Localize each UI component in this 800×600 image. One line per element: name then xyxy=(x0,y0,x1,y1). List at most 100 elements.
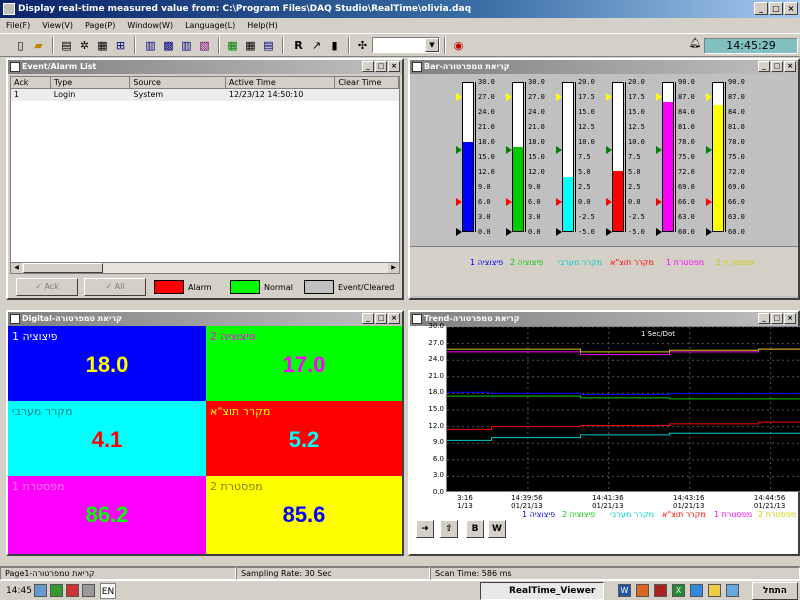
table-icon[interactable]: ▦ xyxy=(94,37,111,54)
bar-scale-label: -5.0 xyxy=(628,228,645,236)
menu-language[interactable]: Language(L) xyxy=(185,18,235,33)
alarm-table-icon[interactable]: ▦ xyxy=(242,37,259,54)
list-icon[interactable]: ▥ xyxy=(142,37,159,54)
scroll-left-icon[interactable]: ◀ xyxy=(11,263,22,273)
taskbar-app-button[interactable]: RealTime_Viewer xyxy=(480,582,604,600)
panel-title: Digital-קריאת טמפרטורה xyxy=(22,314,123,323)
close-button[interactable]: × xyxy=(784,61,796,72)
menu-window[interactable]: Window(W) xyxy=(127,18,173,33)
black-background-button[interactable]: B xyxy=(466,520,484,538)
language-indicator[interactable]: EN xyxy=(100,583,116,599)
desktop-icon[interactable] xyxy=(726,584,739,597)
excel-icon[interactable]: X xyxy=(672,584,685,597)
alarm-marker-icon xyxy=(456,198,462,206)
bar-scale-label: 60.0 xyxy=(728,228,745,236)
minimize-button[interactable]: _ xyxy=(754,2,768,15)
trend-chart-icon[interactable]: ▧ xyxy=(196,37,213,54)
stop-icon[interactable]: ◉ xyxy=(450,37,467,54)
digital-cell-value: 85.6 xyxy=(282,502,326,527)
bar-scale-label: 72.0 xyxy=(728,168,745,176)
settings-icon[interactable]: ✣ xyxy=(354,37,371,54)
bar-scale-label: 12.5 xyxy=(628,123,645,131)
column-header-type[interactable]: Type xyxy=(51,77,131,88)
close-button[interactable]: × xyxy=(388,313,400,324)
print-icon[interactable]: ▮ xyxy=(326,37,343,54)
grid-icon[interactable]: ⊞ xyxy=(112,37,129,54)
column-header-active-time[interactable]: Active Time xyxy=(226,77,336,88)
volume-icon[interactable] xyxy=(82,584,95,597)
bar-gauge-tank xyxy=(662,82,674,232)
minimize-button[interactable]: _ xyxy=(758,313,770,324)
white-background-button[interactable]: W xyxy=(488,520,506,538)
ack-all-button[interactable]: ✓ All xyxy=(84,278,146,296)
digital-cell-label: מפסטרת 1 xyxy=(12,480,65,493)
ack-button[interactable]: ✓ Ack xyxy=(16,278,78,296)
x-tick-label: 14:39:56 01/21/13 xyxy=(511,494,543,510)
gear-icon[interactable]: ✲ xyxy=(76,37,93,54)
export-icon[interactable]: ↗ xyxy=(308,37,325,54)
tray-app-icon[interactable] xyxy=(50,584,63,597)
scroll-right-icon[interactable]: ▶ xyxy=(388,263,399,273)
menu-help[interactable]: Help(H) xyxy=(247,18,278,33)
minimize-button[interactable]: _ xyxy=(362,61,374,72)
start-button[interactable]: התחל xyxy=(752,582,798,600)
bar-scale-label: 15.0 xyxy=(478,153,495,161)
app-icon xyxy=(3,3,15,15)
base-marker-icon xyxy=(556,228,562,236)
trend-legend-item: מקרר תוצ"א xyxy=(662,510,706,519)
menu-view[interactable]: View(V) xyxy=(42,18,73,33)
column-header-clear-time[interactable]: Clear Time xyxy=(335,77,399,88)
close-button[interactable]: × xyxy=(388,61,400,72)
access-icon[interactable] xyxy=(654,584,667,597)
new-file-icon[interactable]: ▯ xyxy=(12,37,29,54)
trend-plot-area[interactable]: 1 Sec/Dot xyxy=(446,326,800,492)
powerpoint-icon[interactable] xyxy=(636,584,649,597)
maximize-button[interactable]: □ xyxy=(771,313,783,324)
digital-cell-label: מפסטרת 2 xyxy=(210,480,263,493)
maximize-button[interactable]: □ xyxy=(769,2,783,15)
scroll-thumb[interactable] xyxy=(23,263,103,273)
browser-icon[interactable] xyxy=(690,584,703,597)
column-header-ack[interactable]: Ack xyxy=(11,77,51,88)
chevron-down-icon[interactable]: ▼ xyxy=(425,38,439,52)
security-icon[interactable] xyxy=(66,584,79,597)
minimize-button[interactable]: _ xyxy=(362,313,374,324)
maximize-button[interactable]: □ xyxy=(375,61,387,72)
menu-file[interactable]: File(F) xyxy=(6,18,30,33)
bar-scale-label: 24.0 xyxy=(478,108,495,116)
event-grid: Ack Type Source Active Time Clear Time 1… xyxy=(10,76,400,272)
bar-panel: Bar-קריאת טמפרטורה _ □ × 30.0 27.0 24.0 21.… xyxy=(408,58,800,300)
x-tick-label: 14:41:36 01/21/13 xyxy=(592,494,624,510)
pointer-tool-icon[interactable]: ➜ xyxy=(416,520,434,538)
cursor-tool-icon[interactable]: ⇧ xyxy=(440,520,458,538)
window-tile-icon[interactable]: ▤ xyxy=(260,37,277,54)
digital-cell: מפסטרת 1 86.2 xyxy=(8,476,206,554)
maximize-button[interactable]: □ xyxy=(375,313,387,324)
zoom-select[interactable]: ▼ xyxy=(372,37,440,53)
close-button[interactable]: × xyxy=(784,313,796,324)
open-folder-icon[interactable]: ▰ xyxy=(30,37,47,54)
cell-active-time: 12/23/12 14:50:10 xyxy=(228,90,304,99)
clock-display: 14:45:29 xyxy=(704,38,798,54)
bell-icon[interactable]: 🔔︎ xyxy=(688,38,702,54)
column-chart-icon[interactable]: ▥ xyxy=(178,37,195,54)
x-tick-label: 14:44:56 01/21/13 xyxy=(753,494,786,510)
horizontal-scrollbar[interactable]: ◀ ▶ xyxy=(10,262,400,274)
maximize-button[interactable]: □ xyxy=(771,61,783,72)
bar-gauge-fill xyxy=(563,177,573,231)
column-header-source[interactable]: Source xyxy=(130,77,226,88)
alarm-marker-icon xyxy=(706,93,712,101)
network-icon[interactable] xyxy=(34,584,47,597)
minimize-button[interactable]: _ xyxy=(758,61,770,72)
table-row[interactable]: 1 Login System 12/23/12 14:50:10 xyxy=(11,89,399,101)
menu-page[interactable]: Page(P) xyxy=(85,18,115,33)
folder-icon[interactable] xyxy=(708,584,721,597)
bar-chart-icon[interactable]: ▩ xyxy=(160,37,177,54)
close-button[interactable]: × xyxy=(784,2,798,15)
report-icon[interactable]: R xyxy=(290,37,307,54)
digital-grid-icon[interactable]: ▦ xyxy=(224,37,241,54)
page-icon[interactable]: ▤ xyxy=(58,37,75,54)
panel-title-bar: Trend-קריאת טמפרטורה _ □ × xyxy=(410,312,798,326)
base-marker-icon xyxy=(706,228,712,236)
word-icon[interactable]: W xyxy=(618,584,631,597)
